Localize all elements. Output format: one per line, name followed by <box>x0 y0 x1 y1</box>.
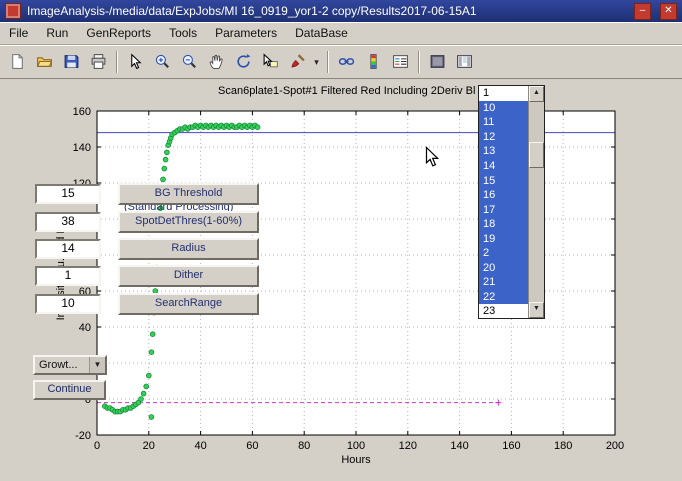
toolbar-separator <box>116 51 117 73</box>
listbox-item-12[interactable]: 12 <box>479 130 529 145</box>
svg-text:140: 140 <box>73 142 91 154</box>
open-folder-icon[interactable] <box>31 49 57 75</box>
listbox-item-14[interactable]: 14 <box>479 159 529 174</box>
svg-text:40: 40 <box>79 322 91 334</box>
toolbar-separator <box>418 51 419 73</box>
growth-mode-dropdown-value: Growt... <box>35 359 89 371</box>
hide-plot-tools-icon[interactable] <box>424 49 450 75</box>
menu-database[interactable]: DataBase <box>286 22 357 44</box>
continue-button[interactable]: Continue <box>33 380 106 400</box>
scrollbar-thumb[interactable] <box>529 142 544 168</box>
svg-text:40: 40 <box>194 440 206 452</box>
listbox-item-2[interactable]: 2 <box>479 246 529 261</box>
growth-mode-dropdown[interactable]: Growt... ▼ <box>33 355 107 375</box>
svg-text:160: 160 <box>502 440 520 452</box>
rotate-3d-icon[interactable] <box>230 49 256 75</box>
pointer-icon[interactable] <box>122 49 148 75</box>
spot-det-thres-input[interactable]: 38 <box>35 212 101 232</box>
menu-genreports[interactable]: GenReports <box>77 22 160 44</box>
listbox-item-11[interactable]: 11 <box>479 115 529 130</box>
brush-icon[interactable] <box>284 49 310 75</box>
listbox-scrollbar[interactable]: ▲ ▼ <box>528 86 544 318</box>
listbox-item-20[interactable]: 20 <box>479 261 529 276</box>
search-range-input[interactable]: 10 <box>35 294 101 314</box>
zoom-out-icon[interactable] <box>176 49 202 75</box>
listbox-item-1[interactable]: 1 <box>479 86 529 101</box>
svg-text:80: 80 <box>298 440 310 452</box>
listbox-item-15[interactable]: 15 <box>479 173 529 188</box>
app-menu-icon[interactable] <box>5 3 21 19</box>
print-icon[interactable] <box>85 49 111 75</box>
listbox-item-21[interactable]: 21 <box>479 275 529 290</box>
listbox-item-10[interactable]: 10 <box>479 101 529 116</box>
show-plot-tools-icon[interactable] <box>451 49 477 75</box>
svg-text:-20: -20 <box>75 430 91 442</box>
listbox-item-13[interactable]: 13 <box>479 144 529 159</box>
radius-button[interactable]: Radius <box>118 238 259 260</box>
pan-icon[interactable] <box>203 49 229 75</box>
insert-legend-icon[interactable] <box>387 49 413 75</box>
zoom-in-icon[interactable] <box>149 49 175 75</box>
svg-text:Scan6plate1-Spot#1 Filtered Re: Scan6plate1-Spot#1 Filtered Red Includin… <box>218 85 475 97</box>
svg-text:160: 160 <box>73 106 91 118</box>
application-window: { "window": { "title": "ImageAnalysis-/m… <box>0 0 682 481</box>
toolbar-separator <box>327 51 328 73</box>
mouse-cursor <box>425 146 439 173</box>
bg-threshold-input[interactable]: 15 <box>35 184 101 204</box>
brush-dropdown-icon[interactable]: ▾ <box>311 50 322 74</box>
listbox-item-23[interactable]: 23 <box>479 304 529 319</box>
new-document-icon[interactable] <box>4 49 30 75</box>
menu-file[interactable]: File <box>0 22 37 44</box>
scroll-down-icon[interactable]: ▼ <box>529 302 544 318</box>
spot-number-listbox: 110111213141516171819220212223 ▲ ▼ <box>478 85 545 319</box>
svg-text:140: 140 <box>450 440 468 452</box>
dither-input[interactable]: 1 <box>35 266 101 286</box>
bg-threshold-button[interactable]: BG Threshold <box>118 183 259 205</box>
menu-tools[interactable]: Tools <box>160 22 206 44</box>
menu-run[interactable]: Run <box>37 22 77 44</box>
listbox-item-18[interactable]: 18 <box>479 217 529 232</box>
radius-input[interactable]: 14 <box>35 239 101 259</box>
spot-det-thres-button[interactable]: SpotDetThres(1-60%) <box>118 211 259 233</box>
listbox-item-19[interactable]: 19 <box>479 231 529 246</box>
svg-text:0: 0 <box>94 440 100 452</box>
scroll-up-icon[interactable]: ▲ <box>529 86 544 102</box>
svg-text:60: 60 <box>246 440 258 452</box>
svg-text:20: 20 <box>143 440 155 452</box>
svg-text:100: 100 <box>347 440 365 452</box>
search-range-button[interactable]: SearchRange <box>118 293 259 315</box>
toolbar: ▾ <box>0 45 682 79</box>
window-title: ImageAnalysis-/media/data/ExpJobs/MI 16_… <box>27 4 625 18</box>
dither-button[interactable]: Dither <box>118 265 259 287</box>
data-cursor-icon[interactable] <box>257 49 283 75</box>
title-bar: ImageAnalysis-/media/data/ExpJobs/MI 16_… <box>0 0 682 22</box>
svg-text:120: 120 <box>399 440 417 452</box>
link-plots-icon[interactable] <box>333 49 359 75</box>
listbox-item-17[interactable]: 17 <box>479 202 529 217</box>
window-minimize-button[interactable]: – <box>634 3 651 20</box>
chevron-down-icon[interactable]: ▼ <box>89 357 105 373</box>
svg-text:200: 200 <box>606 440 624 452</box>
svg-text:Hours: Hours <box>341 454 371 466</box>
svg-text:180: 180 <box>554 440 572 452</box>
insert-colorbar-icon[interactable] <box>360 49 386 75</box>
listbox-item-16[interactable]: 16 <box>479 188 529 203</box>
window-close-button[interactable]: ✕ <box>660 3 677 20</box>
menu-parameters[interactable]: Parameters <box>206 22 286 44</box>
menu-bar: FileRunGenReportsToolsParametersDataBase <box>0 22 682 45</box>
save-icon[interactable] <box>58 49 84 75</box>
listbox-item-22[interactable]: 22 <box>479 290 529 305</box>
